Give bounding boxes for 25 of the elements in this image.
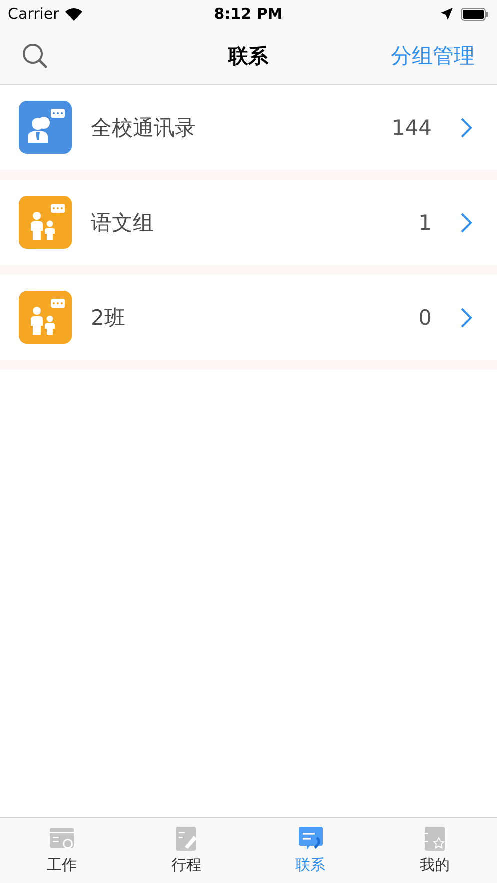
member-count: 1 — [418, 210, 432, 234]
chevron-icon — [461, 308, 472, 328]
family-icon — [19, 196, 72, 249]
tab-bar-item[interactable]: 行程 — [124, 818, 248, 883]
carrier-label: Carrier — [8, 5, 60, 23]
tab-bar-item[interactable]: 工作 — [0, 818, 124, 883]
tab-bar-item[interactable]: 我的 — [372, 818, 497, 883]
calendar-icon — [49, 826, 76, 852]
clock-time: 8:12 PM — [214, 5, 283, 23]
contacts-icon — [19, 101, 72, 154]
page-title: 联系 — [228, 42, 268, 70]
item-name: 语文组 — [91, 210, 155, 236]
location-arrow-icon — [441, 8, 454, 20]
battery-icon — [461, 8, 490, 20]
search-icon[interactable] — [22, 43, 48, 69]
item-name: 全校通讯录 — [91, 114, 197, 142]
member-count: 144 — [392, 116, 432, 140]
wifi-icon — [65, 8, 84, 20]
chat-phone-icon — [298, 826, 324, 852]
notepad-pen-icon — [173, 826, 200, 852]
item-name: 2班 — [91, 304, 126, 332]
family-icon — [19, 291, 72, 344]
chevron-icon — [461, 118, 472, 138]
chevron-icon — [461, 212, 472, 232]
member-count: 0 — [418, 306, 432, 330]
